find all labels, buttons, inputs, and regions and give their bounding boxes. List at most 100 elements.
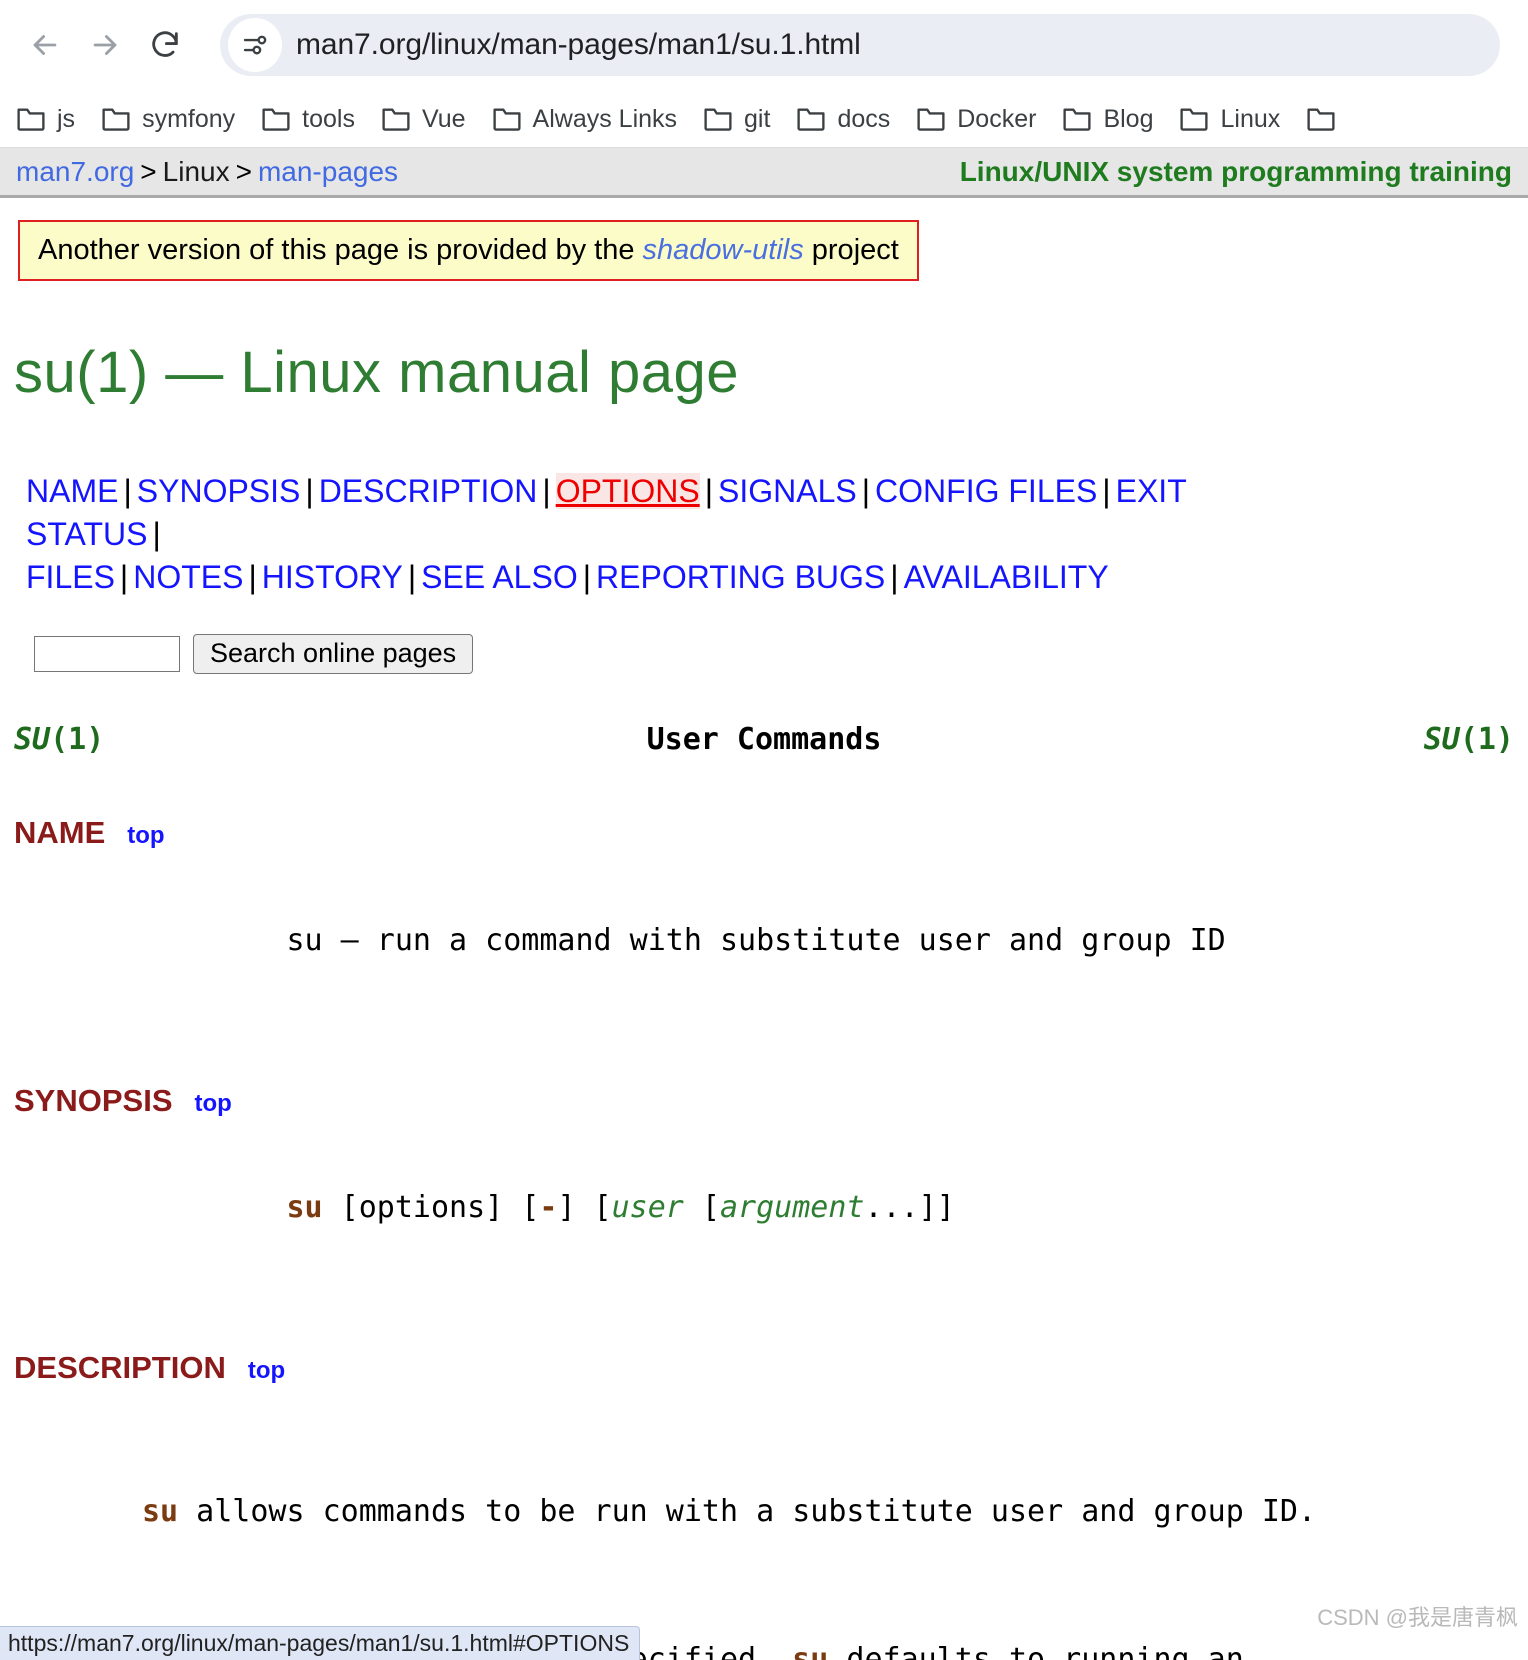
- man-header-center: User Commands: [646, 721, 882, 757]
- bookmark-symfony[interactable]: symfony: [101, 105, 235, 134]
- man-header-left: SU(1): [14, 722, 104, 759]
- folder-icon: [1307, 108, 1335, 131]
- section-body: su – run a command with substitute user …: [142, 886, 1528, 996]
- seclink-availability[interactable]: AVAILABILITY: [904, 559, 1109, 595]
- bookmark-linux[interactable]: Linux: [1179, 105, 1280, 134]
- section-synopsis: SYNOPSIS top su [options] [-] [user [arg…: [0, 1082, 1528, 1264]
- reload-icon: [152, 31, 178, 57]
- forward-button[interactable]: [78, 18, 132, 72]
- bookmark-label: Docker: [957, 104, 1037, 133]
- browser-chrome: man7.org/linux/man-pages/man1/su.1.html …: [0, 0, 1528, 148]
- breadcrumb-sep: >: [235, 155, 252, 187]
- top-link[interactable]: top: [195, 1089, 232, 1118]
- inline-su: su: [142, 1494, 179, 1530]
- browser-toolbar: man7.org/linux/man-pages/man1/su.1.html: [0, 0, 1528, 90]
- breadcrumb-home[interactable]: man7.org: [16, 156, 134, 187]
- section-link-list: NAME | SYNOPSIS | DESCRIPTION | OPTIONS | SIGNAL…: [26, 470, 1316, 600]
- seclink-separator: |: [305, 473, 314, 509]
- inline-su: su: [792, 1642, 829, 1660]
- seclink-description[interactable]: DESCRIPTION: [319, 473, 538, 509]
- bookmark-git[interactable]: git: [703, 105, 770, 134]
- reload-button[interactable]: [138, 18, 192, 72]
- bookmark-label: symfony: [142, 104, 236, 133]
- description-para-1: su allows commands to be run with a subs…: [142, 1494, 1317, 1530]
- bookmark-label: js: [57, 104, 76, 133]
- seclink-separator: |: [890, 559, 899, 596]
- search-input[interactable]: [34, 635, 180, 672]
- back-button[interactable]: [18, 18, 72, 72]
- bookmark-label: Always Links: [532, 104, 678, 133]
- synopsis-dash: -: [539, 1190, 558, 1226]
- site-info-button[interactable]: [228, 18, 282, 72]
- folder-icon: [917, 108, 945, 131]
- man-header-left-name: SU: [14, 721, 51, 757]
- man-header-right-section: (1): [1459, 721, 1514, 757]
- site-topbar: man7.org > Linux > man-pages Linux/UNIX syst…: [0, 148, 1528, 198]
- folder-icon: [704, 108, 732, 131]
- man-header-right: SU(1): [1424, 722, 1514, 759]
- seclink-signals[interactable]: SIGNALS: [718, 473, 857, 509]
- synopsis-argument: argument: [720, 1190, 865, 1226]
- seclink-synopsis[interactable]: SYNOPSIS: [137, 473, 301, 509]
- seclink-see-also[interactable]: SEE ALSO: [421, 559, 578, 595]
- bookmark-docs[interactable]: docs: [796, 105, 890, 134]
- seclink-separator: |: [123, 473, 132, 509]
- seclink-reporting-bugs[interactable]: REPORTING BUGS: [596, 559, 885, 595]
- bookmark-label: Blog: [1103, 104, 1154, 133]
- breadcrumb-sep: >: [140, 155, 157, 187]
- folder-icon: [1063, 108, 1091, 131]
- seclink-history[interactable]: HISTORY: [262, 559, 403, 595]
- bookmark-label: docs: [837, 104, 891, 133]
- section-title: SYNOPSIS: [14, 1082, 173, 1118]
- bookmark-overflow[interactable]: [1306, 106, 1336, 132]
- synopsis-command: su: [286, 1190, 323, 1226]
- notice-text-after: project: [803, 234, 899, 266]
- bookmark-always-links[interactable]: Always Links: [492, 104, 678, 134]
- section-body: su [options] [-] [user [argument...]]: [286, 1190, 955, 1226]
- seclink-separator: |: [119, 559, 129, 596]
- top-link[interactable]: top: [248, 1356, 285, 1385]
- name-line: su – run a command with substitute user …: [286, 922, 1226, 958]
- page-settings-icon: [243, 35, 267, 55]
- man-header-right-name: SU: [1423, 721, 1460, 757]
- bookmark-js[interactable]: js: [16, 105, 75, 134]
- seclink-name[interactable]: NAME: [26, 473, 118, 509]
- bookmark-blog[interactable]: Blog: [1062, 105, 1153, 134]
- seclink-notes[interactable]: NOTES: [133, 559, 243, 595]
- seclink-config-files[interactable]: CONFIG FILES: [875, 473, 1097, 509]
- shadow-utils-link[interactable]: shadow-utils: [643, 234, 804, 266]
- folder-icon: [102, 108, 130, 131]
- man-header-left-section: (1): [50, 721, 105, 757]
- bookmark-label: Linux: [1220, 104, 1281, 133]
- section-heading: DESCRIPTION top: [14, 1349, 1528, 1387]
- bookmark-vue[interactable]: Vue: [381, 105, 466, 134]
- folder-icon: [797, 108, 825, 131]
- status-bar-url: https://man7.org/linux/man-pages/man1/su…: [0, 1626, 641, 1660]
- search-online-pages-button[interactable]: Search online pages: [193, 633, 474, 674]
- bookmark-tools[interactable]: tools: [261, 105, 355, 134]
- page-title: su(1) — Linux manual page: [14, 340, 740, 405]
- man-header-line: SU(1) User Commands SU(1): [0, 722, 1528, 759]
- seclink-files[interactable]: FILES: [26, 559, 115, 595]
- section-title: DESCRIPTION: [14, 1350, 226, 1386]
- folder-icon: [492, 108, 521, 131]
- seclink-separator: |: [861, 473, 871, 509]
- seclink-separator: |: [152, 516, 161, 553]
- breadcrumb-man-pages[interactable]: man-pages: [258, 156, 398, 187]
- bookmark-label: git: [744, 104, 771, 133]
- arrow-right-icon: [93, 35, 117, 55]
- bookmark-label: Vue: [421, 104, 466, 133]
- csdn-watermark: CSDN @我是唐青枫: [1317, 1605, 1518, 1630]
- search-form: Search online pages: [34, 633, 1528, 674]
- bookmarks-bar: js symfony tools Vue Always Links git do…: [0, 90, 1528, 148]
- training-banner[interactable]: Linux/UNIX system programming training: [960, 156, 1512, 188]
- manual-page-body: SU(1) User Commands SU(1) NAME top su – …: [0, 722, 1528, 1660]
- bookmark-docker[interactable]: Docker: [916, 105, 1036, 134]
- top-link[interactable]: top: [127, 821, 164, 850]
- section-name: NAME top su – run a command with substit…: [0, 814, 1528, 996]
- section-title: NAME: [14, 815, 106, 851]
- seclink-options[interactable]: OPTIONS: [555, 473, 700, 509]
- synopsis-user: user: [611, 1190, 684, 1226]
- breadcrumb-linux: Linux: [162, 155, 230, 187]
- address-bar[interactable]: man7.org/linux/man-pages/man1/su.1.html: [220, 14, 1500, 76]
